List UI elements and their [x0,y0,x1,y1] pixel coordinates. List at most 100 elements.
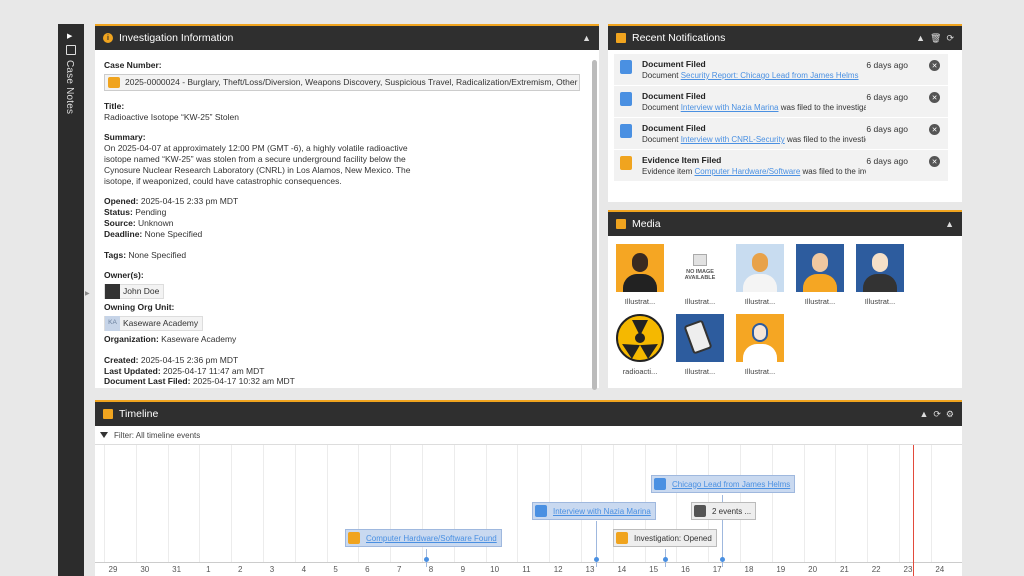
timeline-event-group[interactable]: 2 events ... [691,502,757,520]
refresh-icon[interactable]: ⟳ [933,409,941,420]
summary-line: Cynosure Nuclear Research Laboratory (CN… [104,164,411,175]
collapse-icon[interactable]: ▲ [916,33,925,43]
case-number-value: 2025-0000024 - Burglary, Theft/Loss/Dive… [125,76,580,87]
media-caption: Illustrat... [744,367,776,376]
person-avatar [736,244,784,292]
document-icon [620,124,632,138]
media-title: Media [632,218,661,230]
media-thumb[interactable]: Illustrat... [676,314,724,376]
collapse-icon[interactable]: ▲ [919,409,928,419]
case-notes-rail[interactable]: ▶ Case Notes [58,24,84,576]
today-marker [913,445,914,576]
resize-handle-icon[interactable]: ▶ [85,290,90,297]
event-link[interactable]: Computer Hardware/Software Found [366,534,497,543]
scrollbar[interactable] [592,60,597,390]
notification-item[interactable]: Document Filed Document Security Report:… [614,54,948,85]
refresh-icon[interactable]: ⟳ [946,33,954,44]
media-panel: Media ▲ Illustrat... NO IMAGE AVAILABLE I… [608,210,962,388]
source-label: Source: [104,217,136,228]
timeline-tick: 10 [490,565,500,574]
timeline-gridline [104,445,105,562]
notification-time: 6 days ago [866,60,908,70]
timeline-event[interactable]: Computer Hardware/Software Found [345,529,502,547]
notifications-title: Recent Notifications [632,32,726,44]
timeline-event[interactable]: Investigation: Opened [613,529,717,547]
investigation-header: i Investigation Information ▲ [95,24,599,50]
dismiss-icon[interactable]: ✕ [929,92,940,103]
dismiss-icon[interactable]: ✕ [929,124,940,135]
notification-item[interactable]: Evidence Item Filed Evidence item Comput… [614,150,948,181]
folder-icon [616,532,628,544]
expand-arrow-icon[interactable]: ▶ [67,32,72,40]
media-caption: radioacti... [622,367,658,376]
media-thumb[interactable]: NO IMAGE AVAILABLE Illustrat... [676,244,724,306]
notification-link[interactable]: Computer Hardware/Software [694,167,800,176]
timeline-tick: 30 [140,565,150,574]
media-thumb[interactable]: Illustrat... [856,244,904,306]
title-label: Title: [104,100,125,111]
timeline-tick: 7 [396,565,402,574]
media-thumb[interactable]: Illustrat... [616,244,664,306]
deadline-label: Deadline: [104,228,143,239]
notification-link[interactable]: Security Report: Chicago Lead from James… [681,71,859,80]
event-link[interactable]: Interview with Nazia Marina [553,507,651,516]
notification-item[interactable]: Document Filed Document Interview with N… [614,86,948,117]
notification-suffix: was filed to the investigation [786,135,866,144]
phone-image [676,314,724,362]
document-icon [620,92,632,106]
case-number-field[interactable]: 2025-0000024 - Burglary, Theft/Loss/Dive… [104,73,580,91]
media-caption: Illustrat... [684,367,716,376]
media-thumb[interactable]: radioacti... [616,314,664,376]
timeline-header: Timeline ▲ ⟳ ⚙ [95,400,962,426]
timeline-tick: 17 [712,565,722,574]
opened-value: 2025-04-15 2:33 pm MDT [140,196,239,207]
timeline-tick: 21 [839,565,849,574]
media-thumb[interactable]: Illustrat... [736,244,784,306]
media-thumb[interactable]: Illustrat... [736,314,784,376]
timeline-tick: 9 [460,565,466,574]
notification-link[interactable]: Interview with Nazia Marina [681,103,779,112]
timeline-tick: 31 [172,565,182,574]
info-icon: i [103,33,113,43]
event-link[interactable]: Chicago Lead from James Helms [672,480,790,489]
notes-icon [66,45,76,55]
case-number-label: Case Number: [104,60,162,70]
summary-label: Summary: [104,132,146,143]
media-thumb[interactable]: Illustrat... [796,244,844,306]
dismiss-icon[interactable]: ✕ [929,60,940,71]
timeline-tick: 29 [108,565,118,574]
timeline-tick: 15 [649,565,659,574]
event-label: Investigation: Opened [634,533,712,543]
timeline-tick: 12 [553,565,563,574]
timeline-tick: 24 [935,565,945,574]
gear-icon[interactable]: ⚙ [946,409,954,420]
summary-line: isotope named “KW-25” was stolen from a … [104,153,406,164]
timeline-gridline [771,445,773,562]
dismiss-icon[interactable]: ✕ [929,156,940,167]
notification-item[interactable]: Document Filed Document Interview with C… [614,118,948,149]
collapse-icon[interactable]: ▲ [582,33,591,43]
timeline-tick: 4 [301,565,307,574]
status-value: Pending [135,207,167,218]
timeline-tick: 13 [585,565,595,574]
deadline-value: None Specified [144,228,203,239]
collapse-icon[interactable]: ▲ [945,219,954,229]
org-unit-chip[interactable]: KA Kaseware Academy [104,315,204,331]
document-icon [654,478,666,490]
notification-prefix: Evidence item [642,167,695,176]
timeline-filter[interactable]: Filter: All timeline events [95,426,962,444]
trash-icon[interactable]: 🗑 [930,33,941,44]
media-caption: Illustrat... [864,297,896,306]
timeline-tick: 5 [333,565,338,574]
timeline-canvas[interactable]: 29 30 31 1 2 3 4 5 6 7 8 9 10 11 12 13 14 15 16 17 18 19 20 21 2… [95,444,962,576]
organization-label: Organization: [104,333,159,344]
timeline-axis: 29 30 31 1 2 3 4 5 6 7 8 9 10 11 12 13 14 15 16 17 18 19 20 21 2… [95,562,962,576]
evidence-icon [348,532,360,544]
notification-link[interactable]: Interview with CNRL-Security [681,135,785,144]
owner-chip[interactable]: John Doe [104,284,165,300]
folder-icon [108,76,120,88]
filter-icon [100,432,108,438]
timeline-event[interactable]: Interview with Nazia Marina [532,502,656,520]
notification-suffix: was filed to the investigation [780,103,866,112]
timeline-event[interactable]: Chicago Lead from James Helms [651,475,796,493]
